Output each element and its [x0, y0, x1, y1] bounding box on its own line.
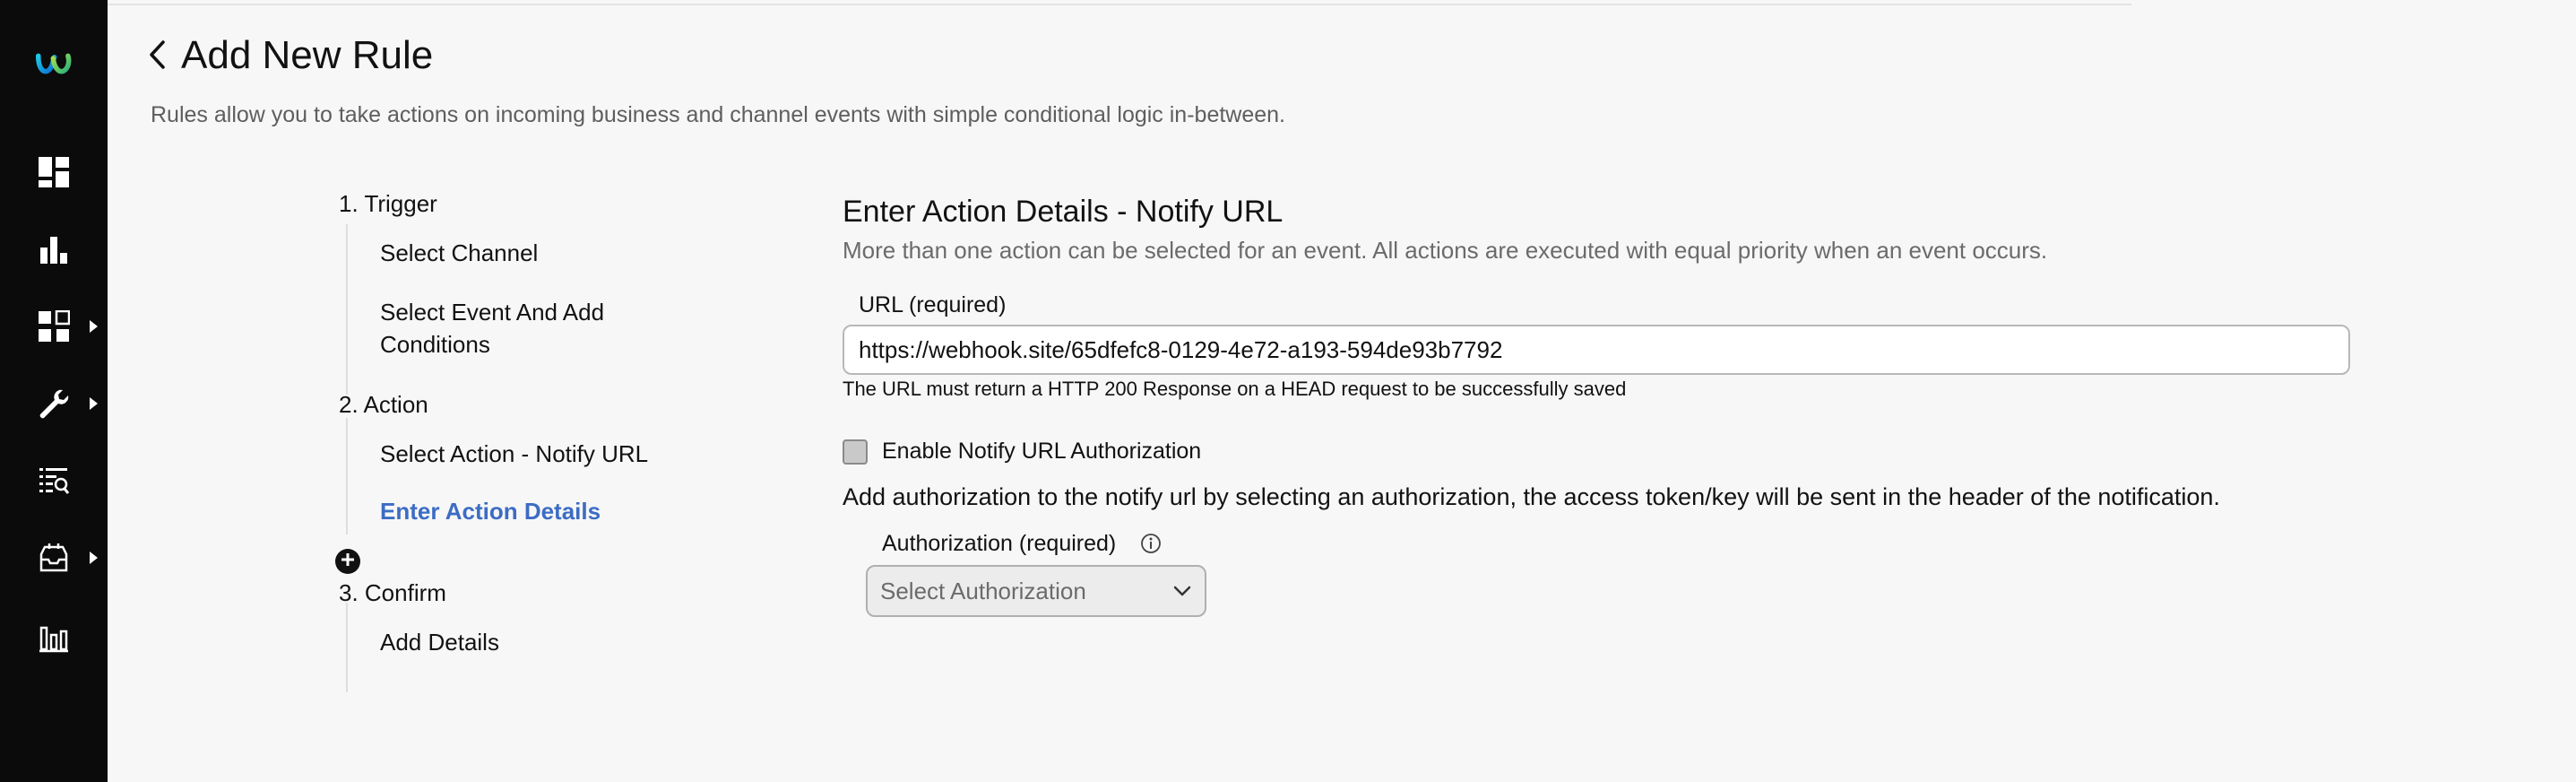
- sidebar: [0, 0, 108, 782]
- search-list-icon: [36, 463, 72, 499]
- stepper: 1. Trigger Select Channel Select Event A…: [335, 188, 724, 692]
- chevron-right-icon: [90, 552, 98, 564]
- authorization-select[interactable]: Select Authorization: [866, 565, 1206, 617]
- step-select-event[interactable]: Select Event And Add Conditions: [380, 296, 667, 361]
- step-trigger[interactable]: 1. Trigger: [339, 188, 437, 219]
- top-divider: [108, 4, 2131, 5]
- page-title: Add New Rule: [181, 33, 434, 77]
- analytics-icon: [36, 621, 72, 656]
- sidebar-item-dashboard[interactable]: [0, 147, 108, 197]
- step-connector: [346, 603, 348, 692]
- authorization-select-placeholder: Select Authorization: [880, 577, 1086, 604]
- step-action[interactable]: 2. Action: [339, 389, 428, 420]
- dashboard-icon: [36, 154, 72, 190]
- step-connector: [346, 224, 348, 395]
- page-subtitle: Rules allow you to take actions on incom…: [151, 102, 1286, 127]
- bar-chart-icon: [36, 231, 72, 267]
- chevron-right-icon: [90, 320, 98, 333]
- step-select-channel[interactable]: Select Channel: [380, 237, 667, 269]
- add-step-button[interactable]: [335, 549, 360, 574]
- step-enter-action-details[interactable]: Enter Action Details: [380, 495, 667, 527]
- sidebar-item-queues[interactable]: [0, 533, 108, 583]
- step-confirm[interactable]: 3. Confirm: [339, 578, 446, 608]
- app-root: Add New Rule Rules allow you to take act…: [0, 0, 2576, 782]
- url-helper-text: The URL must return a HTTP 200 Response …: [843, 378, 1627, 400]
- webex-logo[interactable]: [0, 38, 108, 91]
- step-select-action[interactable]: Select Action - Notify URL: [380, 438, 667, 470]
- sidebar-item-reports[interactable]: [0, 613, 108, 664]
- sidebar-item-tools[interactable]: [0, 378, 108, 429]
- form-description: More than one action can be selected for…: [843, 237, 2048, 264]
- webex-logo-icon: [36, 47, 72, 83]
- step-connector: [346, 418, 348, 534]
- queue-inbox-icon: [36, 540, 72, 576]
- wrench-icon: [36, 386, 72, 421]
- url-label: URL (required): [859, 292, 1007, 317]
- plus-icon: [340, 552, 356, 572]
- auth-description: Add authorization to the notify url by s…: [843, 483, 2220, 510]
- sidebar-item-analytics[interactable]: [0, 224, 108, 274]
- enable-auth-checkbox-label[interactable]: Enable Notify URL Authorization: [882, 437, 1201, 465]
- url-input[interactable]: [843, 325, 2350, 375]
- sidebar-item-search-list[interactable]: [0, 456, 108, 506]
- info-icon[interactable]: [1140, 533, 1162, 554]
- chevron-left-icon: [147, 39, 167, 74]
- back-button[interactable]: [143, 34, 170, 79]
- chevron-right-icon: [90, 397, 98, 410]
- step-add-details[interactable]: Add Details: [380, 626, 667, 658]
- chevron-down-icon: [1172, 581, 1192, 601]
- authorization-label: Authorization (required): [882, 531, 1117, 556]
- sidebar-item-apps[interactable]: [0, 301, 108, 352]
- enable-auth-checkbox[interactable]: [843, 439, 868, 465]
- form-title: Enter Action Details - Notify URL: [843, 195, 1284, 229]
- apps-grid-icon: [36, 308, 72, 344]
